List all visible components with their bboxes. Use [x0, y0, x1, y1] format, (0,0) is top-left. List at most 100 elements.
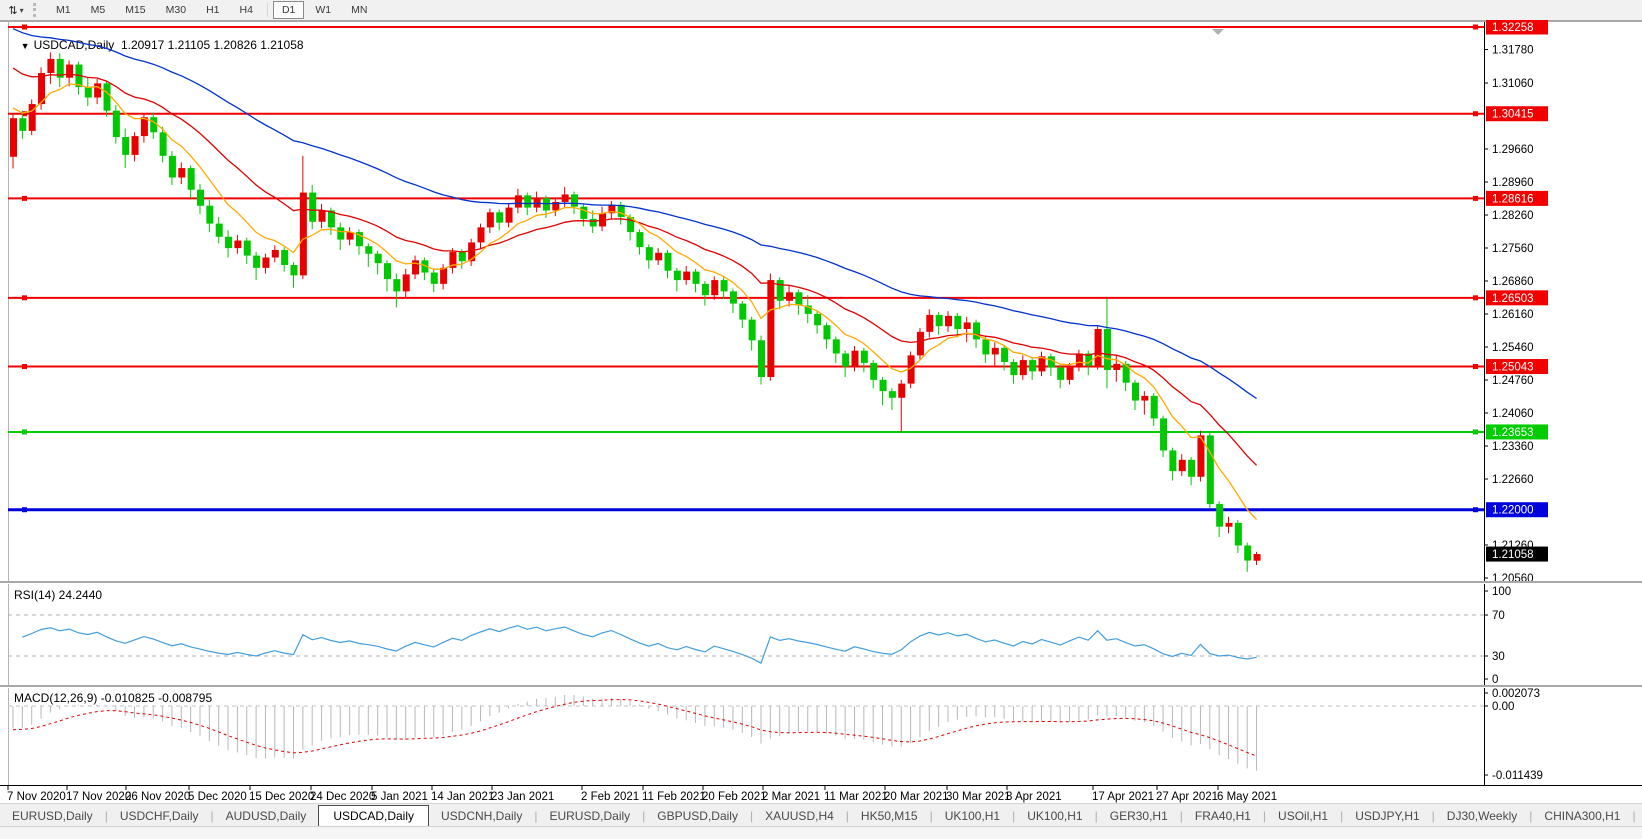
candle-body [1141, 396, 1148, 401]
timeframe-button-M1[interactable]: M1 [47, 1, 80, 19]
candle-body [618, 205, 625, 217]
date-tick-label: 20 Feb 2021 [702, 791, 767, 803]
tab-EURUSD-Daily[interactable]: EURUSD,Daily [537, 806, 642, 826]
tab-HK50-M15[interactable]: HK50,M15 [849, 806, 930, 826]
hline-1.23653[interactable] [8, 429, 1484, 434]
tab-DJ30-Weekly[interactable]: DJ30,Weekly [1435, 806, 1529, 826]
timeframe-button-M30[interactable]: M30 [157, 1, 195, 19]
tab-EURUSD-Daily[interactable]: EURUSD,Daily [0, 806, 105, 826]
tab-GER30-H1[interactable]: GER30,H1 [1098, 806, 1180, 826]
hline-handle[interactable] [1473, 429, 1478, 434]
current-price-label: 1.21058 [1492, 549, 1534, 561]
hline-1.26503[interactable] [8, 295, 1484, 300]
timeframe-button-H1[interactable]: H1 [197, 1, 228, 19]
hline-handle[interactable] [22, 364, 27, 369]
candle-body [234, 241, 241, 249]
price-flag-label: 1.30415 [1492, 109, 1534, 121]
date-tick-label: 30 Mar 2021 [946, 791, 1011, 803]
candle-body [206, 206, 213, 224]
chart-shift-marker-icon[interactable] [1212, 29, 1224, 35]
hline-1.28616[interactable] [8, 196, 1484, 201]
tab-CHINA300-H1[interactable]: CHINA300,H1 [1532, 806, 1632, 826]
candle-body [47, 59, 54, 73]
hline-handle[interactable] [1473, 25, 1478, 30]
candle-body [917, 332, 924, 356]
candle-body [814, 314, 821, 325]
price-tick-label: 1.26160 [1492, 309, 1534, 321]
tab-GBPUSD-Daily[interactable]: GBPUSD,Daily [645, 806, 750, 826]
date-axis: 7 Nov 202017 Nov 202026 Nov 20205 Dec 20… [0, 786, 1642, 803]
hline-handle[interactable] [22, 196, 27, 201]
candle-body [365, 246, 372, 254]
candle-body [440, 268, 447, 284]
hline-1.32258[interactable] [8, 25, 1484, 30]
candle-body [777, 280, 784, 301]
timeframe-button-D1[interactable]: D1 [273, 1, 304, 19]
timeframe-button-M15[interactable]: M15 [116, 1, 154, 19]
tab-AUDUSD-Daily[interactable]: AUDUSD,Daily [214, 806, 319, 826]
main-chart-canvas[interactable]: 1.317801.310601.296601.289601.282601.275… [0, 20, 1642, 581]
hline-handle[interactable] [22, 429, 27, 434]
tab-USDCNH-Daily[interactable]: USDCNH,Daily [429, 806, 534, 826]
tab-USDJPY-H1[interactable]: USDJPY,H1 [1343, 806, 1431, 826]
candle-body [1216, 504, 1223, 527]
chart-tool-icon[interactable]: ⇅ ▾ [3, 2, 29, 18]
tab-USC[interactable]: USC [1636, 806, 1642, 826]
candle-body [702, 284, 709, 295]
hline-handle[interactable] [1473, 295, 1478, 300]
candle-body [1095, 329, 1102, 366]
tab-USOil-H1[interactable]: USOil,H1 [1266, 806, 1340, 826]
hline-1.22000[interactable] [8, 507, 1484, 512]
tab-UK100-H1[interactable]: UK100,H1 [933, 806, 1012, 826]
candle-body [749, 320, 756, 341]
timeframe-button-M5[interactable]: M5 [82, 1, 115, 19]
rsi-panel-canvas[interactable]: 10070300 [0, 584, 1642, 685]
toolbar-grip[interactable] [33, 3, 40, 17]
candle-body [870, 363, 877, 380]
candle-body [216, 224, 223, 237]
candle-body [1160, 418, 1167, 450]
tab-UK100-H1[interactable]: UK100,H1 [1015, 806, 1094, 826]
candle-body [945, 316, 952, 326]
date-tick-label: 8 Apr 2021 [1006, 791, 1062, 803]
candle-body [982, 339, 989, 354]
candle-body [515, 195, 522, 207]
date-tick-label: 24 Dec 2020 [310, 791, 375, 803]
timeframe-button-H4[interactable]: H4 [231, 1, 262, 19]
tab-USDCAD-Daily[interactable]: USDCAD,Daily [318, 805, 429, 827]
macd-tick-label: 0.00 [1492, 701, 1514, 713]
candle-body [1067, 367, 1074, 380]
date-axis-canvas: 7 Nov 202017 Nov 202026 Nov 20205 Dec 20… [0, 786, 1642, 803]
candle-body [431, 273, 438, 284]
candle-body [571, 194, 578, 206]
candle-body [178, 168, 185, 177]
price-tick-label: 1.24760 [1492, 375, 1534, 387]
hline-handle[interactable] [1473, 196, 1478, 201]
hline-handle[interactable] [1473, 111, 1478, 116]
hline-1.30415[interactable] [8, 111, 1484, 116]
hline-handle[interactable] [22, 507, 27, 512]
date-tick-label: 17 Apr 2021 [1092, 791, 1154, 803]
candle-body [795, 292, 802, 305]
candle-body [1076, 353, 1083, 366]
hline-handle[interactable] [1473, 364, 1478, 369]
fast-ma-line [13, 84, 1257, 520]
timeframe-button-MN[interactable]: MN [342, 1, 376, 19]
candle-body [300, 193, 307, 276]
macd-panel-canvas[interactable]: 0.0020730.00-0.011439 [0, 688, 1642, 785]
hline-1.25043[interactable] [8, 364, 1484, 369]
hline-handle[interactable] [22, 295, 27, 300]
hline-handle[interactable] [1473, 507, 1478, 512]
timeframe-button-W1[interactable]: W1 [306, 1, 340, 19]
candle-body [319, 210, 326, 221]
tab-XAUUSD-H4[interactable]: XAUUSD,H4 [753, 806, 846, 826]
candle-body [1113, 364, 1120, 370]
candle-body [1151, 396, 1158, 419]
candle-body [665, 253, 672, 271]
tab-FRA40-H1[interactable]: FRA40,H1 [1183, 806, 1263, 826]
candle-body [1010, 362, 1017, 375]
hline-handle[interactable] [22, 25, 27, 30]
candle-body [655, 253, 662, 261]
tab-USDCHF-Daily[interactable]: USDCHF,Daily [108, 806, 211, 826]
date-tick-label: 27 Apr 2021 [1156, 791, 1218, 803]
